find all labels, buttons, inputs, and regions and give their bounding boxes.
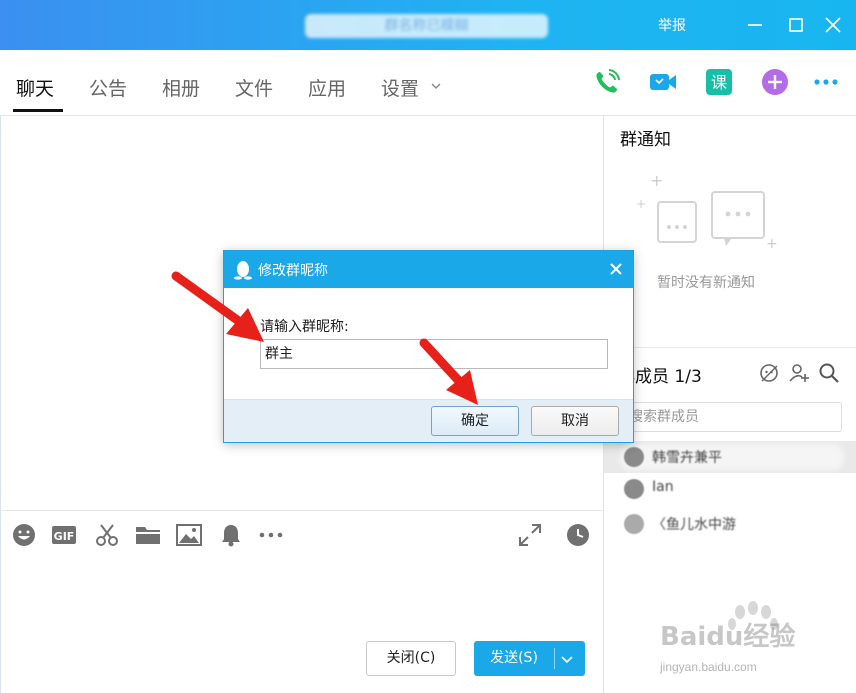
tab-files[interactable]: 文件 xyxy=(235,74,273,101)
svg-text:GIF: GIF xyxy=(54,530,75,543)
dialog-title: 修改群昵称 xyxy=(258,263,328,279)
dialog-footer: 确定 取消 xyxy=(224,399,633,442)
chevron-down-icon[interactable] xyxy=(430,80,442,92)
more-icon[interactable] xyxy=(810,66,842,98)
tab-apps[interactable]: 应用 xyxy=(308,74,346,101)
report-button[interactable]: 举报 xyxy=(658,15,686,35)
qq-penguin-icon xyxy=(234,261,252,280)
ok-button[interactable]: 确定 xyxy=(431,406,519,436)
close-icon[interactable] xyxy=(609,262,623,276)
window-title: 群名称已模糊 xyxy=(305,14,548,38)
nickname-label: 请输入群昵称: xyxy=(260,319,349,335)
gif-icon[interactable]: GIF xyxy=(51,522,77,548)
add-app-icon[interactable] xyxy=(759,66,791,98)
image-icon[interactable] xyxy=(176,522,202,548)
notice-title: 群通知 xyxy=(620,130,671,150)
minimize-icon[interactable] xyxy=(742,12,768,38)
svg-text:+: + xyxy=(636,197,646,211)
tab-chat[interactable]: 聊天 xyxy=(16,74,54,101)
search-icon[interactable] xyxy=(818,362,840,384)
right-divider xyxy=(604,347,856,348)
member-name: 〈鱼儿水中游 xyxy=(652,517,736,533)
member-list-item[interactable]: 〈鱼儿水中游 xyxy=(604,508,856,540)
chevron-down-icon[interactable] xyxy=(560,652,574,666)
svg-text:课: 课 xyxy=(711,73,727,92)
member-name: Ian xyxy=(652,479,674,495)
tab-announcement[interactable]: 公告 xyxy=(89,74,127,101)
avatar xyxy=(624,447,644,467)
history-icon[interactable] xyxy=(565,522,591,548)
more-icon[interactable] xyxy=(258,522,284,548)
folder-icon[interactable] xyxy=(135,522,161,548)
add-member-icon[interactable] xyxy=(788,362,810,384)
emoji-icon[interactable] xyxy=(11,522,37,548)
tab-album[interactable]: 相册 xyxy=(162,74,200,101)
dialog-header: 修改群昵称 xyxy=(224,251,633,288)
avatar xyxy=(624,514,644,534)
close-button[interactable]: 关闭(C) xyxy=(366,641,456,676)
video-icon[interactable] xyxy=(647,66,679,98)
input-divider xyxy=(0,510,604,511)
phone-icon[interactable] xyxy=(591,66,623,98)
cancel-button[interactable]: 取消 xyxy=(531,406,619,436)
bell-icon[interactable] xyxy=(218,522,244,548)
svg-text:+: + xyxy=(650,172,663,190)
title-bar: 群名称已模糊 举报 xyxy=(0,0,856,50)
member-list-item[interactable]: 韩雪卉兼平 xyxy=(604,441,856,473)
send-separator xyxy=(554,648,555,669)
member-name: 韩雪卉兼平 xyxy=(652,450,722,466)
member-privacy-icon[interactable] xyxy=(759,362,781,384)
avatar xyxy=(624,479,644,499)
expand-icon[interactable] xyxy=(517,522,543,548)
scissors-icon[interactable] xyxy=(94,522,120,548)
watermark-brand: Baidu经验 xyxy=(660,622,796,652)
watermark-url: jingyan.baidu.com xyxy=(660,660,757,674)
tab-settings[interactable]: 设置 xyxy=(381,74,419,101)
active-tab-indicator xyxy=(13,109,63,112)
send-label: 发送(S) xyxy=(490,650,538,666)
send-button[interactable]: 发送(S) xyxy=(474,641,585,676)
member-search-input[interactable]: 搜索群成员 xyxy=(616,402,842,432)
close-icon[interactable] xyxy=(820,12,846,38)
empty-notice-icon: + + + xyxy=(636,172,778,252)
member-list-item[interactable]: Ian xyxy=(604,473,856,505)
nickname-input[interactable]: 群主 xyxy=(260,339,608,369)
tab-bar: 聊天 公告 相册 文件 应用 设置 课 xyxy=(0,50,856,116)
class-icon[interactable]: 课 xyxy=(703,66,735,98)
rename-nickname-dialog: 修改群昵称 请输入群昵称: 群主 确定 取消 xyxy=(223,250,634,443)
maximize-icon[interactable] xyxy=(783,12,809,38)
svg-text:+: + xyxy=(766,236,778,252)
